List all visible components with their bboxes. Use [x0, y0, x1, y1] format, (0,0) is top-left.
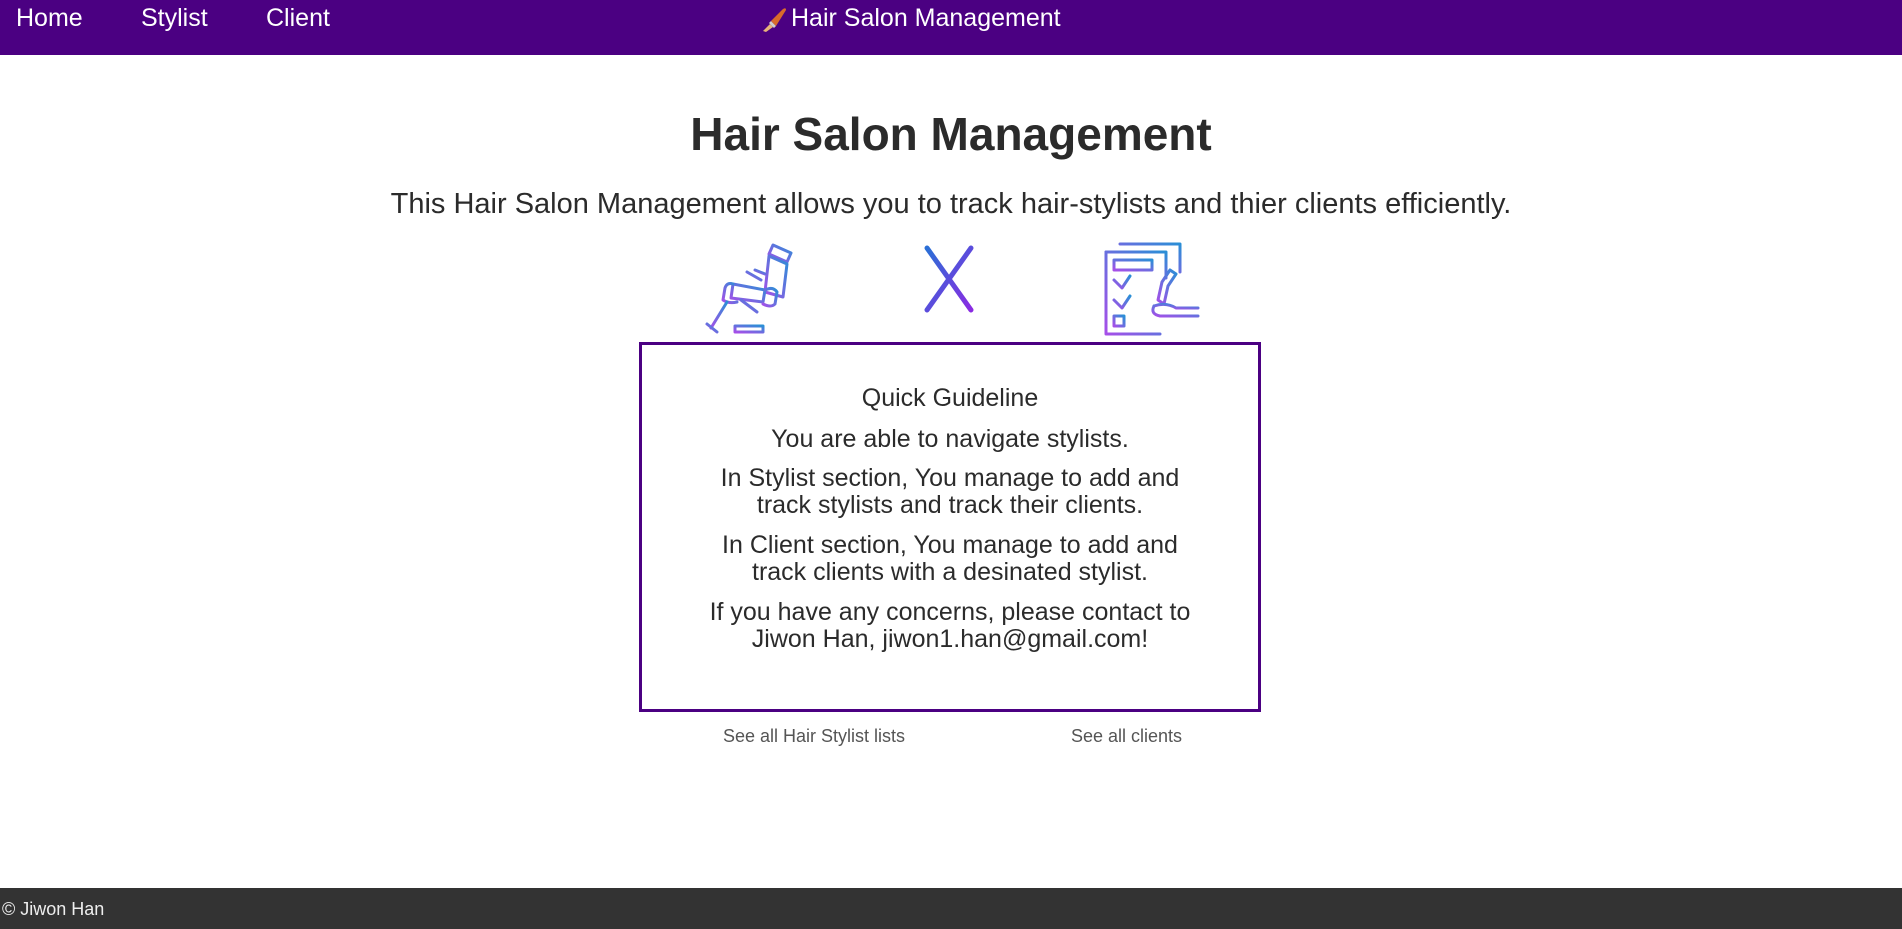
guideline-line: In Client section, You manage to add and… — [722, 531, 1178, 586]
top-navbar: Home Stylist Client Hair Salon Managemen… — [0, 0, 1902, 55]
guideline-line: In Stylist section, You manage to add an… — [720, 464, 1180, 519]
brush-icon — [763, 7, 786, 32]
checklist-icon — [1104, 242, 1200, 337]
quick-guideline-box: Quick Guideline You are able to navigate… — [639, 342, 1261, 712]
footer-copyright: © Jiwon Han — [2, 899, 105, 919]
nav-brand-label: Hair Salon Management — [791, 4, 1061, 32]
guideline-line: You are able to navigate stylists. — [771, 425, 1129, 453]
nav-stylist-link[interactable]: Stylist — [141, 4, 208, 33]
guideline-line: If you have any concerns, please contact… — [709, 598, 1191, 653]
nav-home-link[interactable]: Home — [16, 4, 83, 33]
nav-client-link[interactable]: Client — [266, 4, 330, 33]
page-subtitle: This Hair Salon Management allows you to… — [390, 188, 1512, 220]
see-all-stylists-link[interactable]: See all Hair Stylist lists — [723, 726, 905, 747]
nav-brand[interactable]: Hair Salon Management — [760, 4, 1061, 33]
see-all-clients-link[interactable]: See all clients — [1071, 726, 1182, 747]
salon-chair-icon — [703, 242, 796, 337]
page-title: Hair Salon Management — [690, 108, 1212, 160]
x-icon — [922, 244, 978, 314]
guideline-title: Quick Guideline — [861, 384, 1039, 412]
footer: © Jiwon Han — [0, 888, 1902, 929]
